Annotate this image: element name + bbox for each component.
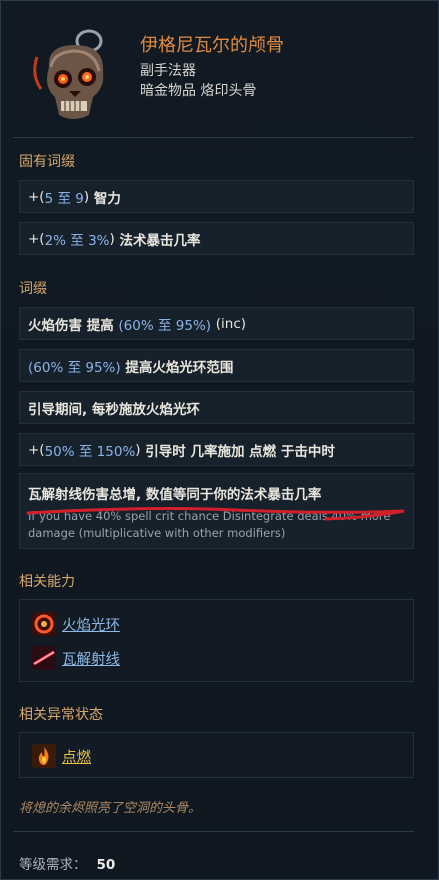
mod-prefix: +( (28, 230, 45, 247)
item-name: 伊格尼瓦尔的颅骨 (140, 35, 284, 56)
divider (13, 137, 414, 138)
item-subtype: 副手法器 (140, 63, 196, 79)
ability-label[interactable]: 火焰光环 (62, 614, 120, 635)
mod-prefix: +( (28, 188, 45, 205)
mod-text: 法术暴击几率 (119, 232, 201, 249)
affix-mod: (60% 至 95%) 提高火焰光环范围 (19, 349, 414, 382)
fire-aura-icon (32, 612, 56, 636)
affix-mod-special: 瓦解射线伤害总增, 数值等同于你的法术暴击几率 If you have 40% … (19, 473, 414, 549)
divider (13, 831, 414, 832)
mod-text: 引导期间, 每秒施放火焰光环 (28, 401, 200, 418)
ability-link-fire-aura[interactable]: 火焰光环 (32, 612, 120, 636)
affix-mod: 引导期间, 每秒施放火焰光环 (19, 391, 414, 424)
requirement-value: 50 (96, 857, 116, 873)
ability-label[interactable]: 瓦解射线 (62, 648, 120, 669)
item-rarity: 暗金物品 烙印头骨 (140, 83, 257, 99)
mod-range: 50% 至 150% (44, 443, 136, 460)
ability-link-disintegrate[interactable]: 瓦解射线 (32, 646, 120, 670)
affix-header: 词缀 (19, 281, 47, 297)
flavor-text: 将熄的余烬照亮了空洞的头骨。 (19, 801, 202, 816)
mod-suffix: ) (83, 188, 90, 205)
special-mod-text: 瓦解射线伤害总增, 数值等同于你的法术暴击几率 (28, 487, 322, 503)
mod-text: 智力 (93, 190, 121, 207)
abilities-list: 火焰光环 瓦解射线 (19, 599, 414, 682)
level-requirement: 等级需求： 50 (19, 853, 115, 873)
annotation-underline (26, 507, 405, 521)
affix-mod: +(50% 至 150%) 引导时 几率施加 点燃 于击中时 (19, 433, 414, 466)
item-header: 伊格尼瓦尔的颅骨 副手法器 暗金物品 烙印头骨 (1, 1, 438, 129)
mod-text: 火焰伤害 提高 (28, 317, 114, 334)
implicit-header: 固有词缀 (19, 154, 75, 170)
mod-range: 5 至 9 (44, 190, 84, 207)
mod-range: 2% 至 3% (44, 232, 110, 249)
status-list: 点燃 (19, 732, 414, 778)
abilities-header: 相关能力 (19, 574, 75, 590)
implicit-mod: +(2% 至 3%) 法术暴击几率 (19, 222, 414, 255)
mod-suffix: ) (135, 441, 141, 458)
mod-text: 引导时 几率施加 点燃 于击中时 (145, 443, 335, 460)
requirement-label: 等级需求： (19, 857, 87, 873)
implicit-mod: +(5 至 9) 智力 (19, 180, 414, 213)
mod-range: (60% 至 95%) (118, 317, 212, 334)
ignite-icon (32, 744, 56, 768)
mod-prefix: +( (28, 441, 45, 458)
status-header: 相关异常状态 (19, 707, 103, 723)
mod-text: 提高火焰光环范围 (125, 359, 234, 376)
mod-suffix: (inc) (215, 315, 247, 332)
mod-suffix: ) (109, 230, 115, 247)
status-label[interactable]: 点燃 (62, 746, 91, 767)
mod-range: (60% 至 95%) (28, 359, 121, 376)
status-link-ignite[interactable]: 点燃 (32, 744, 91, 768)
skull-item-icon (33, 29, 104, 119)
affix-mod: 火焰伤害 提高 (60% 至 95%) (inc) (19, 307, 414, 340)
item-tooltip: 伊格尼瓦尔的颅骨 副手法器 暗金物品 烙印头骨 固有词缀 +(5 至 9) 智力… (0, 0, 439, 880)
disintegrate-icon (32, 646, 56, 670)
